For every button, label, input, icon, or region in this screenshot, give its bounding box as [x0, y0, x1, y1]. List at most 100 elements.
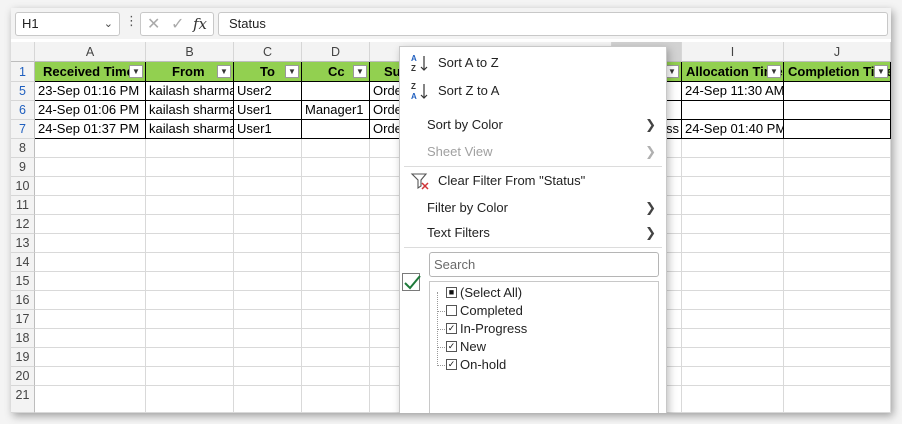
row-header[interactable]: 13 — [11, 234, 35, 253]
column-header-c[interactable]: C — [234, 42, 302, 62]
data-cell[interactable]: 23-Sep 01:16 PM — [35, 82, 146, 101]
checkbox-unchecked[interactable] — [446, 305, 457, 316]
cancel-icon[interactable]: ✕ — [147, 14, 160, 34]
data-cell[interactable]: kailash sharma — [146, 82, 234, 101]
empty-cell[interactable] — [35, 329, 146, 348]
empty-cell[interactable] — [784, 196, 891, 215]
row-header[interactable]: 12 — [11, 215, 35, 234]
empty-cell[interactable] — [682, 177, 784, 196]
empty-cell[interactable] — [784, 215, 891, 234]
empty-cell[interactable] — [682, 215, 784, 234]
empty-cell[interactable] — [35, 215, 146, 234]
empty-cell[interactable] — [682, 139, 784, 158]
empty-cell[interactable] — [784, 367, 891, 386]
empty-cell[interactable] — [146, 158, 234, 177]
empty-cell[interactable] — [682, 329, 784, 348]
menu-sort-z-to-a[interactable]: Z A Sort Z to A — [400, 79, 666, 103]
empty-cell[interactable] — [784, 253, 891, 272]
empty-cell[interactable] — [682, 367, 784, 386]
empty-cell[interactable] — [302, 158, 370, 177]
empty-cell[interactable] — [302, 310, 370, 329]
empty-cell[interactable] — [682, 386, 784, 413]
insert-function-icon[interactable]: fx — [193, 15, 207, 33]
select-all-corner[interactable] — [11, 42, 35, 62]
empty-cell[interactable] — [234, 215, 302, 234]
empty-cell[interactable] — [35, 348, 146, 367]
empty-cell[interactable] — [682, 196, 784, 215]
empty-cell[interactable] — [35, 291, 146, 310]
empty-cell[interactable] — [234, 253, 302, 272]
empty-cell[interactable] — [146, 291, 234, 310]
empty-cell[interactable] — [146, 329, 234, 348]
empty-cell[interactable] — [302, 234, 370, 253]
data-cell[interactable] — [302, 82, 370, 101]
empty-cell[interactable] — [234, 329, 302, 348]
row-header[interactable]: 16 — [11, 291, 35, 310]
empty-cell[interactable] — [35, 177, 146, 196]
column-header-a[interactable]: A — [35, 42, 146, 62]
empty-cell[interactable] — [35, 253, 146, 272]
empty-cell[interactable] — [234, 367, 302, 386]
data-cell[interactable]: kailash sharma — [146, 101, 234, 120]
data-cell[interactable] — [784, 82, 891, 101]
menu-text-filters[interactable]: Text Filters ❯ — [400, 221, 666, 245]
column-header-i[interactable]: I — [682, 42, 784, 62]
empty-cell[interactable] — [682, 291, 784, 310]
row-header[interactable]: 11 — [11, 196, 35, 215]
filter-dropdown-icon[interactable]: ▼ — [874, 65, 888, 78]
empty-cell[interactable] — [146, 234, 234, 253]
data-cell[interactable]: User2 — [234, 82, 302, 101]
empty-cell[interactable] — [234, 310, 302, 329]
data-cell[interactable] — [784, 101, 891, 120]
checkbox-checked[interactable]: ✓ — [446, 359, 457, 370]
row-header[interactable]: 17 — [11, 310, 35, 329]
header-cell-cc[interactable]: Cc ▼ — [302, 62, 370, 82]
empty-cell[interactable] — [35, 196, 146, 215]
data-cell[interactable]: User1 — [234, 101, 302, 120]
header-cell-from[interactable]: From ▼ — [146, 62, 234, 82]
data-cell[interactable] — [302, 120, 370, 139]
empty-cell[interactable] — [784, 291, 891, 310]
empty-cell[interactable] — [234, 196, 302, 215]
empty-cell[interactable] — [784, 139, 891, 158]
row-header[interactable]: 15 — [11, 272, 35, 291]
data-cell[interactable]: 24-Sep 01:37 PM — [35, 120, 146, 139]
checkbox-checked[interactable]: ✓ — [446, 341, 457, 352]
empty-cell[interactable] — [302, 139, 370, 158]
filter-dropdown-icon[interactable]: ▼ — [353, 65, 367, 78]
empty-cell[interactable] — [35, 310, 146, 329]
empty-cell[interactable] — [682, 253, 784, 272]
empty-cell[interactable] — [682, 272, 784, 291]
menu-filter-by-color[interactable]: Filter by Color ❯ — [400, 196, 666, 220]
filter-dropdown-icon[interactable]: ▼ — [129, 65, 143, 78]
empty-cell[interactable] — [35, 158, 146, 177]
empty-cell[interactable] — [784, 386, 891, 413]
data-cell[interactable]: Manager1 — [302, 101, 370, 120]
data-cell[interactable] — [784, 120, 891, 139]
empty-cell[interactable] — [302, 215, 370, 234]
data-cell[interactable]: 24-Sep 01:06 PM — [35, 101, 146, 120]
empty-cell[interactable] — [682, 348, 784, 367]
empty-cell[interactable] — [35, 272, 146, 291]
empty-cell[interactable] — [784, 329, 891, 348]
row-header[interactable]: 20 — [11, 367, 35, 386]
menu-sort-by-color[interactable]: Sort by Color ❯ — [400, 113, 666, 137]
empty-cell[interactable] — [302, 291, 370, 310]
empty-cell[interactable] — [234, 177, 302, 196]
empty-cell[interactable] — [146, 139, 234, 158]
empty-cell[interactable] — [302, 177, 370, 196]
empty-cell[interactable] — [146, 310, 234, 329]
empty-cell[interactable] — [35, 139, 146, 158]
empty-cell[interactable] — [784, 272, 891, 291]
empty-cell[interactable] — [146, 348, 234, 367]
name-box[interactable]: H1 ⌄ — [15, 12, 120, 36]
empty-cell[interactable] — [146, 196, 234, 215]
more-options-icon[interactable]: ⋮ — [125, 13, 138, 29]
column-header-b[interactable]: B — [146, 42, 234, 62]
empty-cell[interactable] — [302, 272, 370, 291]
row-header[interactable]: 7 — [11, 120, 35, 139]
row-header[interactable]: 1 — [11, 62, 35, 82]
checkbox-partial[interactable]: ■ — [446, 287, 457, 298]
empty-cell[interactable] — [234, 272, 302, 291]
row-header[interactable]: 8 — [11, 139, 35, 158]
